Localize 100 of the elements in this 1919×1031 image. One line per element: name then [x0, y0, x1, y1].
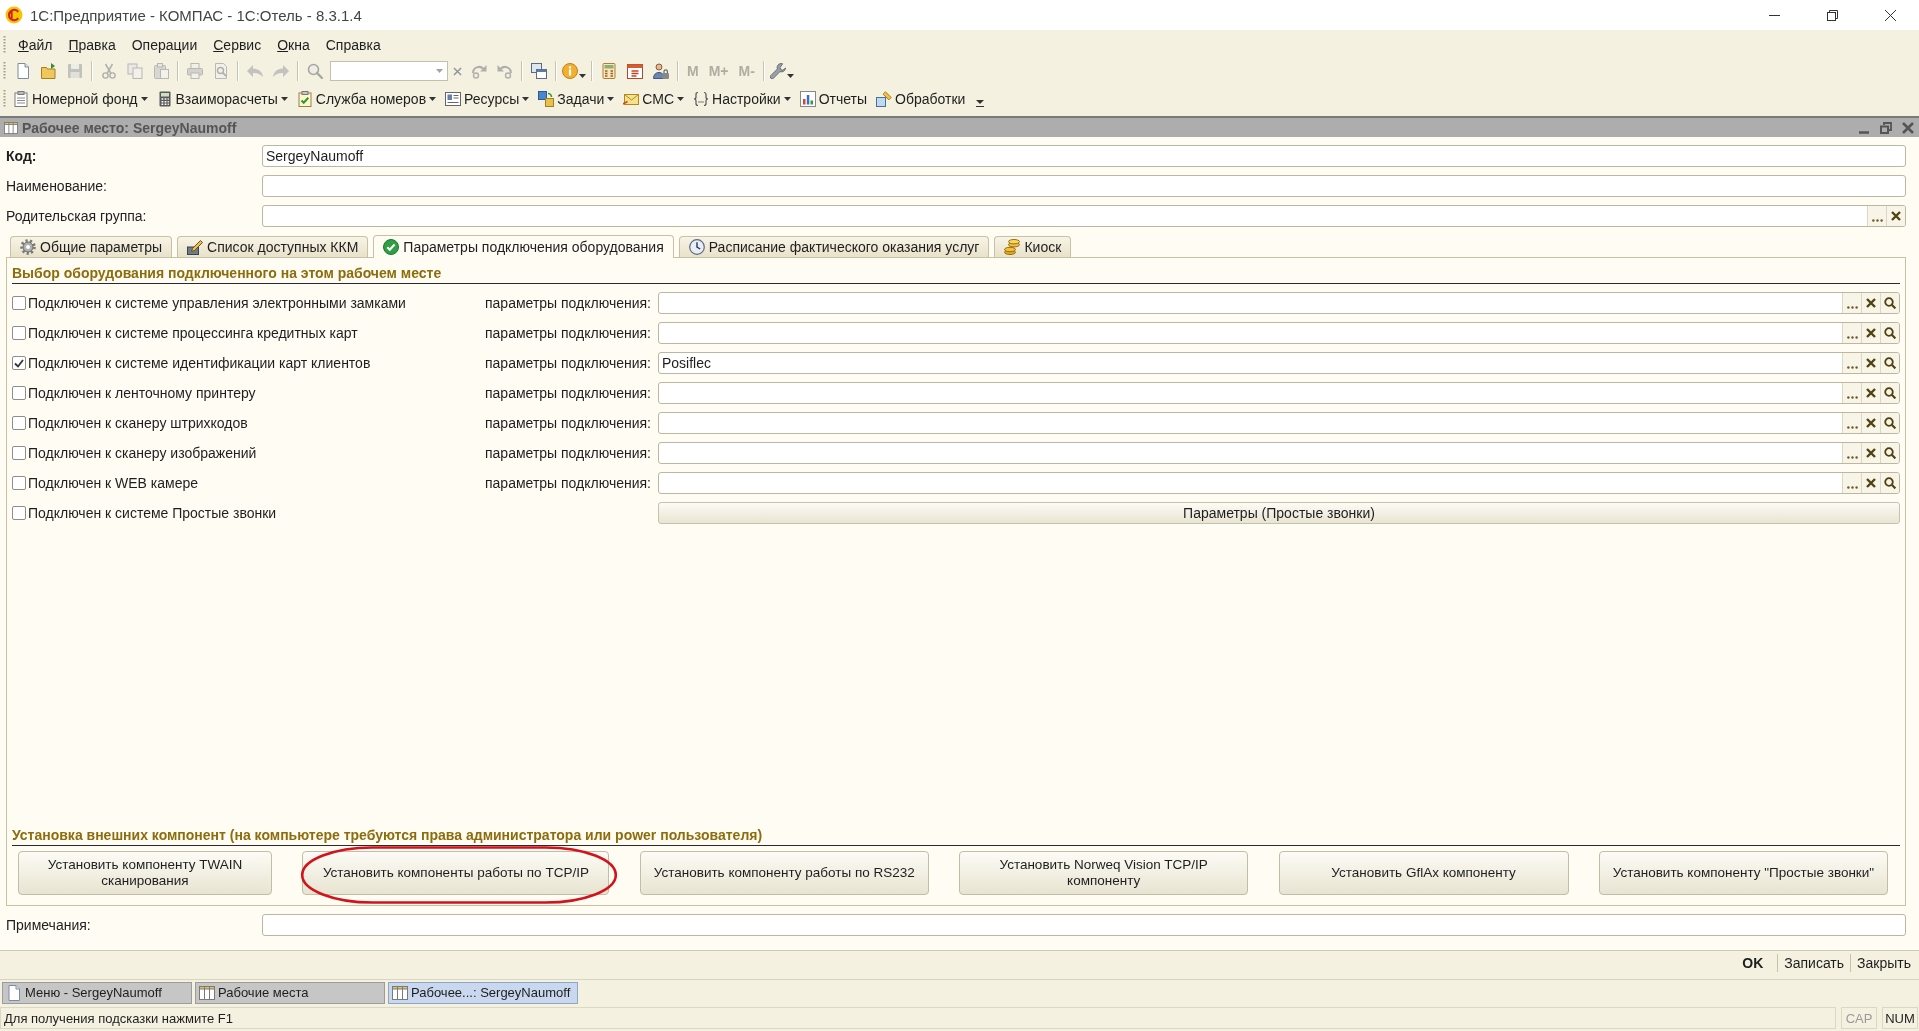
- checkbox-label[interactable]: Подключен к сканеру изображений: [28, 445, 257, 461]
- text-field[interactable]: SergeyNaumoff: [262, 145, 1906, 167]
- menu-item[interactable]: Справка: [317, 36, 389, 53]
- clear-button[interactable]: [1886, 206, 1905, 226]
- toolbar-menu-button[interactable]: Задачи: [535, 87, 618, 111]
- search-button[interactable]: [1880, 293, 1899, 313]
- checkbox[interactable]: [12, 386, 26, 400]
- field-label: параметры подключения:: [485, 295, 652, 311]
- toolbar-menu-button[interactable]: СМС: [620, 87, 688, 111]
- checkbox-label[interactable]: Подключен к системе идентификации карт клиентов: [28, 355, 371, 371]
- window-title: 1С:Предприятие - КОМПАС - 1С:Отель - 8.3.1.4: [30, 6, 362, 24]
- tab[interactable]: Общие параметры: [10, 236, 173, 257]
- checkbox[interactable]: [12, 446, 26, 460]
- clear-icon: [452, 66, 462, 76]
- search-button[interactable]: [1880, 413, 1899, 433]
- menu-item[interactable]: Операции: [123, 36, 206, 53]
- window-tab[interactable]: Рабочие места: [195, 981, 385, 1004]
- tasks-icon: [538, 91, 555, 107]
- checklist-icon: [296, 91, 313, 107]
- toolbar-menu-button[interactable]: Служба номеров: [293, 87, 440, 111]
- toolbar-menu-button[interactable]: Взаиморасчеты: [153, 87, 291, 111]
- checkbox[interactable]: [12, 356, 26, 370]
- toolbar-menu-button[interactable]: Ресурсы: [442, 87, 533, 111]
- close-icon: [1884, 9, 1896, 21]
- tab[interactable]: Параметры подключения оборудования: [373, 235, 674, 258]
- clear-button[interactable]: [1861, 323, 1880, 343]
- checkbox-label[interactable]: Подключен к ленточному принтеру: [28, 385, 256, 401]
- menu-item[interactable]: Сервис: [205, 36, 270, 53]
- copy-icon: [127, 63, 143, 79]
- text-field[interactable]: [658, 322, 1900, 344]
- field-label: Примечания:: [6, 917, 92, 933]
- install-button[interactable]: Установить GflAx компоненту: [1278, 851, 1569, 895]
- toolbar-menu-button[interactable]: Настройки: [690, 87, 794, 111]
- checkmark-icon: [14, 358, 24, 368]
- search-button[interactable]: [1880, 473, 1899, 493]
- checkbox-label[interactable]: Подключен к системе процессинга кредитных карт: [28, 325, 358, 341]
- text-field[interactable]: Posiflec: [658, 352, 1900, 374]
- install-button[interactable]: Установить компоненты работы по TCP/IP: [302, 851, 610, 895]
- text-field[interactable]: [658, 412, 1900, 434]
- search-button[interactable]: [1880, 443, 1899, 463]
- dialog-button[interactable]: Закрыть: [1850, 954, 1917, 972]
- parameters-button[interactable]: Параметры (Простые звонки): [658, 502, 1900, 524]
- checkbox[interactable]: [12, 506, 26, 520]
- checkbox[interactable]: [12, 296, 26, 310]
- checkbox-label[interactable]: Подключен к системе Простые звонки: [28, 505, 277, 521]
- menu-item[interactable]: Файл: [10, 36, 61, 53]
- calculator-icon: [601, 63, 617, 79]
- toolbar-menu-button[interactable]: Отчеты: [796, 87, 871, 111]
- menu-item[interactable]: Правка: [60, 36, 124, 53]
- dialog-button[interactable]: OK: [1736, 954, 1770, 972]
- text-field[interactable]: [658, 472, 1900, 494]
- search-icon: [1884, 387, 1896, 399]
- toolbar-menu-button[interactable]: Обработки: [873, 87, 969, 111]
- redo-icon: [273, 63, 289, 79]
- close-button[interactable]: [1901, 120, 1915, 135]
- clear-button[interactable]: [1861, 413, 1880, 433]
- envelope-icon: [623, 91, 640, 107]
- tab[interactable]: Расписание фактического оказания услуг: [678, 236, 990, 257]
- clear-button[interactable]: [1861, 353, 1880, 373]
- coins-icon: [1004, 239, 1021, 255]
- install-button[interactable]: Установить компоненту работы по RS232: [639, 851, 929, 895]
- checkbox[interactable]: [12, 416, 26, 430]
- tab[interactable]: Киоск: [994, 236, 1072, 257]
- clear-button[interactable]: [1861, 473, 1880, 493]
- clear-button[interactable]: [1861, 293, 1880, 313]
- search-button[interactable]: [1880, 353, 1899, 373]
- text-field[interactable]: [262, 914, 1906, 936]
- page-magnifier-icon: [213, 63, 229, 79]
- dialog-button[interactable]: Записать: [1777, 954, 1851, 972]
- checkbox-label[interactable]: Подключен к системе управления электронными замками: [28, 295, 406, 311]
- caret-icon: [429, 97, 437, 101]
- users-icon: [653, 63, 669, 79]
- text-field[interactable]: [658, 382, 1900, 404]
- text-field[interactable]: [262, 205, 1906, 227]
- menu-item[interactable]: Окна: [269, 36, 318, 53]
- text-field[interactable]: [262, 175, 1906, 197]
- window-tab[interactable]: Меню - SergeyNaumoff: [2, 981, 192, 1004]
- field-label: параметры подключения:: [485, 445, 652, 461]
- install-button[interactable]: Установить компоненту "Простые звонки": [1598, 851, 1888, 895]
- search-button[interactable]: [1880, 383, 1899, 403]
- text-field[interactable]: [658, 292, 1900, 314]
- search-field[interactable]: [330, 61, 448, 81]
- checkbox[interactable]: [12, 326, 26, 340]
- window-tab[interactable]: Рабочее...: SergeyNaumoff: [388, 981, 578, 1004]
- tab[interactable]: Список доступных ККМ: [177, 236, 369, 257]
- braces-icon: [693, 91, 710, 107]
- clear-button[interactable]: [1861, 443, 1880, 463]
- cash-register-icon: [187, 239, 204, 255]
- info-icon: [562, 63, 578, 79]
- text-field[interactable]: [658, 442, 1900, 464]
- document-pencil-icon: [876, 91, 893, 107]
- checkbox-label[interactable]: Подключен к WEB камере: [28, 475, 199, 491]
- grip-handle-icon: [3, 90, 6, 108]
- clear-button[interactable]: [1861, 383, 1880, 403]
- toolbar-menu-button[interactable]: Номерной фонд: [10, 87, 151, 111]
- checkbox[interactable]: [12, 476, 26, 490]
- search-button[interactable]: [1880, 323, 1899, 343]
- install-button[interactable]: Установить Norweq Vision TCP/IP компоненту: [959, 851, 1249, 895]
- checkbox-label[interactable]: Подключен к сканеру штрихкодов: [28, 415, 248, 431]
- install-button[interactable]: Установить компоненту TWAIN сканирования: [18, 851, 272, 895]
